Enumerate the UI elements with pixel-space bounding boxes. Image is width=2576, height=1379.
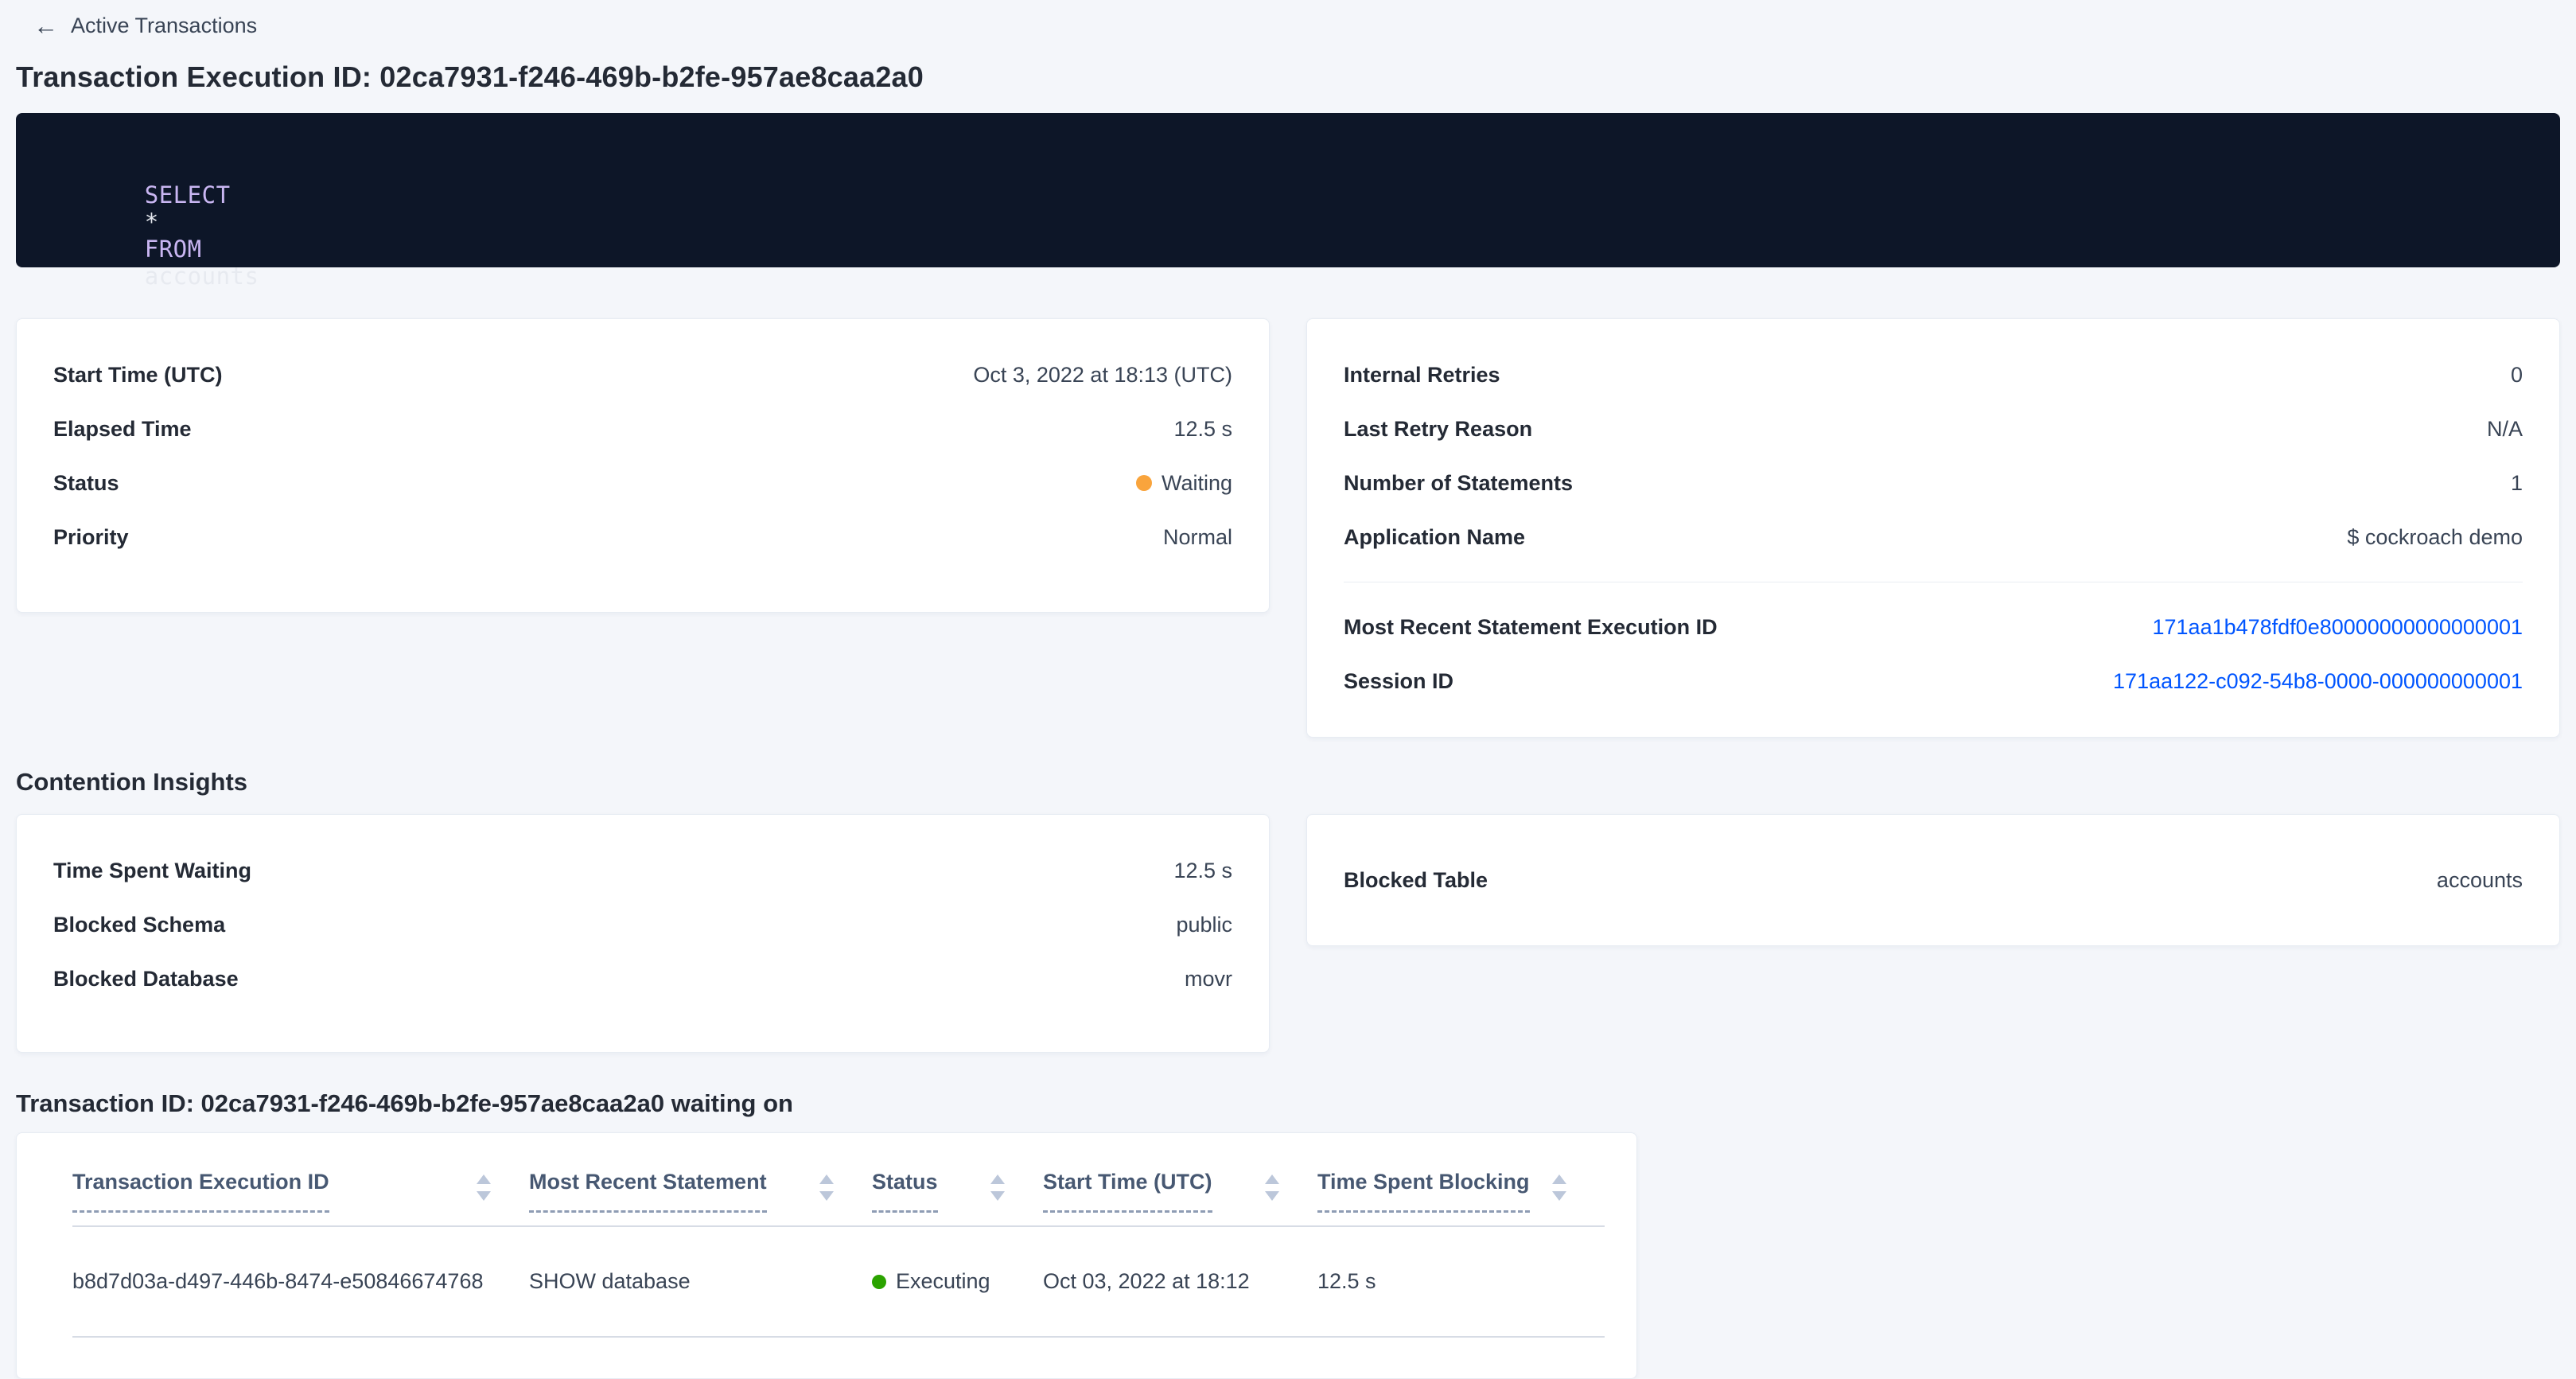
info-value: N/A <box>2487 417 2523 442</box>
info-row-time-spent-waiting: Time Spent Waiting 12.5 s <box>53 843 1232 898</box>
status-badge: Waiting <box>1136 471 1232 496</box>
execution-stats-card: Internal Retries 0 Last Retry Reason N/A… <box>1306 318 2560 738</box>
info-label: Number of Statements <box>1344 471 1573 496</box>
cell-status: Executing <box>872 1269 1043 1294</box>
info-label: Last Retry Reason <box>1344 417 1532 442</box>
contention-details-card: Time Spent Waiting 12.5 s Blocked Schema… <box>16 814 1270 1053</box>
session-id-link[interactable]: 171aa122-c092-54b8-0000-000000000001 <box>2113 669 2523 694</box>
info-label: Time Spent Waiting <box>53 859 251 883</box>
info-row-session-id: Session ID 171aa122-c092-54b8-0000-00000… <box>1344 654 2523 708</box>
info-row-number-of-statements: Number of Statements 1 <box>1344 456 2523 510</box>
info-label: Most Recent Statement Execution ID <box>1344 615 1718 640</box>
blocked-table-card: Blocked Table accounts <box>1306 814 2560 946</box>
status-text: Executing <box>896 1269 990 1294</box>
info-row-blocked-table: Blocked Table accounts <box>1344 853 2523 907</box>
cell-time-spent-blocking: 12.5 s <box>1317 1269 1605 1294</box>
breadcrumb-back-link[interactable]: ← Active Transactions <box>16 11 257 40</box>
sql-star: * <box>145 208 159 236</box>
info-row-statement-execution-id: Most Recent Statement Execution ID 171aa… <box>1344 600 2523 654</box>
transaction-details-page: ← Active Transactions Transaction Execut… <box>0 0 2576 1379</box>
info-label: Internal Retries <box>1344 363 1500 388</box>
sql-table-name: accounts <box>145 263 259 290</box>
info-label: Status <box>53 471 119 496</box>
info-row-internal-retries: Internal Retries 0 <box>1344 348 2523 402</box>
info-value: Normal <box>1163 525 1232 550</box>
column-header-label: Start Time (UTC) <box>1043 1170 1212 1213</box>
cell-start-time: Oct 03, 2022 at 18:12 <box>1043 1269 1317 1294</box>
info-value: 12.5 s <box>1173 417 1232 442</box>
info-label: Session ID <box>1344 669 1453 694</box>
sql-statement-box: SELECT * FROM accounts <box>16 113 2560 267</box>
info-value: 0 <box>2511 363 2523 388</box>
info-row-blocked-schema: Blocked Schema public <box>53 898 1232 952</box>
execution-details-row: Start Time (UTC) Oct 3, 2022 at 18:13 (U… <box>16 318 2560 738</box>
info-label: Blocked Schema <box>53 913 225 937</box>
status-waiting-dot-icon <box>1136 475 1152 491</box>
contention-insights-row: Time Spent Waiting 12.5 s Blocked Schema… <box>16 814 2560 1053</box>
info-value: accounts <box>2437 868 2523 893</box>
sort-icon[interactable] <box>819 1174 834 1201</box>
info-row-elapsed-time: Elapsed Time 12.5 s <box>53 402 1232 456</box>
column-header-transaction-execution-id[interactable]: Transaction Execution ID <box>72 1170 529 1213</box>
info-row-application-name: Application Name $ cockroach demo <box>1344 510 2523 564</box>
sql-keyword-from: FROM <box>145 236 202 263</box>
info-row-last-retry-reason: Last Retry Reason N/A <box>1344 402 2523 456</box>
contention-insights-heading: Contention Insights <box>16 768 2560 797</box>
column-header-status[interactable]: Status <box>872 1170 1043 1213</box>
sql-statement: SELECT * FROM accounts <box>59 154 2517 317</box>
table-header-row: Transaction Execution ID Most Recent Sta… <box>72 1133 1605 1227</box>
column-header-most-recent-statement[interactable]: Most Recent Statement <box>529 1170 872 1213</box>
column-header-label: Time Spent Blocking <box>1317 1170 1530 1213</box>
column-header-time-spent-blocking[interactable]: Time Spent Blocking <box>1317 1170 1605 1213</box>
status-text: Waiting <box>1162 471 1232 496</box>
column-header-label: Transaction Execution ID <box>72 1170 329 1213</box>
info-value: $ cockroach demo <box>2347 525 2523 550</box>
info-label: Application Name <box>1344 525 1525 550</box>
column-header-label: Status <box>872 1170 938 1213</box>
column-header-label: Most Recent Statement <box>529 1170 767 1213</box>
cell-most-recent-statement: SHOW database <box>529 1269 872 1294</box>
info-row-blocked-database: Blocked Database movr <box>53 952 1232 1006</box>
info-value: 12.5 s <box>1173 859 1232 883</box>
info-label: Priority <box>53 525 129 550</box>
status-executing-dot-icon <box>872 1275 886 1289</box>
sort-icon[interactable] <box>1265 1174 1279 1201</box>
sort-icon[interactable] <box>477 1174 491 1201</box>
waiting-on-heading: Transaction ID: 02ca7931-f246-469b-b2fe-… <box>16 1089 2560 1118</box>
info-label: Blocked Table <box>1344 868 1488 893</box>
breadcrumb-label: Active Transactions <box>71 14 257 38</box>
info-label: Start Time (UTC) <box>53 363 223 388</box>
info-row-start-time: Start Time (UTC) Oct 3, 2022 at 18:13 (U… <box>53 348 1232 402</box>
page-title: Transaction Execution ID: 02ca7931-f246-… <box>16 60 2560 94</box>
info-value: 1 <box>2511 471 2523 496</box>
info-label: Blocked Database <box>53 967 239 991</box>
sort-icon[interactable] <box>990 1174 1005 1201</box>
column-header-start-time[interactable]: Start Time (UTC) <box>1043 1170 1317 1213</box>
info-value: Oct 3, 2022 at 18:13 (UTC) <box>973 363 1232 388</box>
info-row-status: Status Waiting <box>53 456 1232 510</box>
info-value: movr <box>1185 967 1232 991</box>
cell-transaction-execution-id: b8d7d03a-d497-446b-8474-e50846674768 <box>72 1269 529 1294</box>
waiting-on-table: Transaction Execution ID Most Recent Sta… <box>16 1132 1637 1379</box>
info-label: Elapsed Time <box>53 417 192 442</box>
back-arrow-icon: ← <box>33 14 58 38</box>
statement-execution-id-link[interactable]: 171aa1b478fdf0e80000000000000001 <box>2153 615 2523 640</box>
info-value: public <box>1176 913 1232 937</box>
table-row: b8d7d03a-d497-446b-8474-e50846674768 SHO… <box>72 1227 1605 1338</box>
sort-icon[interactable] <box>1552 1174 1566 1201</box>
info-row-priority: Priority Normal <box>53 510 1232 564</box>
execution-summary-card: Start Time (UTC) Oct 3, 2022 at 18:13 (U… <box>16 318 1270 613</box>
sql-keyword-select: SELECT <box>145 181 231 208</box>
